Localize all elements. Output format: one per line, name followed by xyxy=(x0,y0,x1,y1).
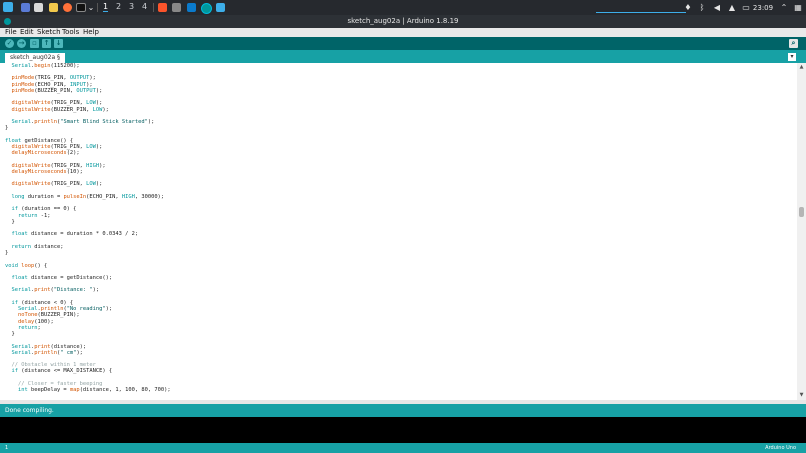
tab-menu-button[interactable]: ▾ xyxy=(788,53,796,61)
window-titlebar: sketch_aug02a | Arduino 1.8.19 xyxy=(0,15,806,28)
menu-tools[interactable]: Tools xyxy=(62,28,79,37)
verify-button[interactable]: ✓ xyxy=(5,39,14,48)
scroll-up-icon[interactable]: ▲ xyxy=(798,64,805,70)
new-button[interactable]: ▫ xyxy=(30,39,39,48)
menu-edit[interactable]: Edit xyxy=(20,28,34,37)
clipboard-icon[interactable]: ▭ xyxy=(741,0,751,15)
window-title: sketch_aug02a | Arduino 1.8.19 xyxy=(347,17,459,25)
show-desktop-icon[interactable]: ▦ xyxy=(793,0,803,15)
firefox-icon[interactable] xyxy=(63,3,72,12)
scroll-thumb[interactable] xyxy=(799,207,804,217)
footer-bar: 1 Arduino Uno xyxy=(0,443,806,453)
app-launcher-icon[interactable] xyxy=(3,2,13,12)
vpn-icon[interactable]: ♦ xyxy=(683,0,693,15)
toolbar: ✓ → ▫ ↑ ↓ ⌕ xyxy=(0,37,806,50)
desktop-icon[interactable] xyxy=(21,3,30,12)
menu-help[interactable]: Help xyxy=(83,28,99,37)
tab-bar: sketch_aug02a § ▾ xyxy=(0,50,806,63)
serial-monitor-button[interactable]: ⌕ xyxy=(789,39,798,48)
brave-browser-icon[interactable] xyxy=(158,3,167,12)
editor-vertical-scrollbar[interactable]: ▲ ▼ xyxy=(797,63,806,400)
arduino-icon[interactable] xyxy=(201,3,212,14)
menu-file[interactable]: File xyxy=(5,28,17,37)
bluetooth-icon[interactable]: ᛒ xyxy=(697,0,707,15)
settings-icon[interactable] xyxy=(172,3,181,12)
terminal-icon[interactable] xyxy=(76,3,86,12)
workspace-1[interactable]: 1 xyxy=(103,2,109,12)
workspace-3[interactable]: 3 xyxy=(129,2,134,11)
chevron-down-icon[interactable]: ⌄ xyxy=(87,0,95,15)
board-name: Arduino Uno xyxy=(765,445,796,451)
folder-icon[interactable] xyxy=(49,3,58,12)
code-editor[interactable]: Serial.begin(115200); pinMode(TRIG_PIN, … xyxy=(0,63,797,400)
tab-sketch[interactable]: sketch_aug02a § xyxy=(5,53,66,63)
console-output[interactable] xyxy=(0,417,806,443)
notification-icon[interactable]: ▲ xyxy=(727,0,737,15)
vscode-icon[interactable] xyxy=(187,3,196,12)
code-text[interactable]: Serial.begin(115200); pinMode(TRIG_PIN, … xyxy=(5,63,171,393)
clock[interactable]: 23:09 xyxy=(752,0,774,15)
upload-button[interactable]: → xyxy=(17,39,26,48)
workspace-2[interactable]: 2 xyxy=(116,2,121,11)
chevron-up-icon[interactable]: ⌃ xyxy=(780,0,788,15)
menu-sketch[interactable]: Sketch xyxy=(37,28,61,37)
volume-icon[interactable]: ◀ xyxy=(712,0,722,15)
activity-indicator xyxy=(596,12,686,13)
save-button[interactable]: ↓ xyxy=(54,39,63,48)
workspace-4[interactable]: 4 xyxy=(142,2,147,11)
file-manager-icon[interactable] xyxy=(34,3,43,12)
taskbar-divider xyxy=(97,3,98,12)
status-message: Done compiling. xyxy=(5,407,54,414)
scroll-down-icon[interactable]: ▼ xyxy=(798,392,805,398)
window-app-icon[interactable] xyxy=(216,3,225,12)
system-taskbar: ⌄ 1 2 3 4 ♦ ᛒ ◀ ▲ ▭ 23:09 ⌃ ▦ xyxy=(0,0,806,15)
taskbar-divider xyxy=(153,3,154,12)
open-button[interactable]: ↑ xyxy=(42,39,51,48)
line-number: 1 xyxy=(5,445,9,451)
status-bar: Done compiling. xyxy=(0,404,806,417)
menu-bar: File Edit Sketch Tools Help xyxy=(0,28,806,37)
